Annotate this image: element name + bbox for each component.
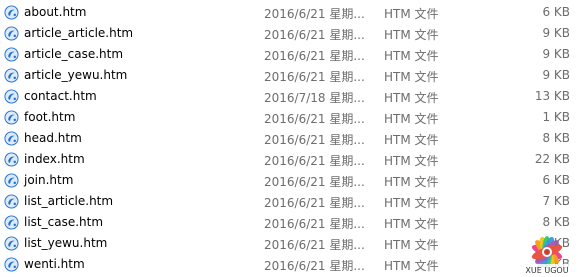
html-file-icon (4, 26, 19, 41)
watermark-text: XUE UGOU (525, 266, 568, 275)
file-row[interactable]: list_article.htm 2016/6/21 星期... HTM 文件 … (0, 191, 578, 212)
file-size: 8 KB (542, 131, 570, 145)
file-date: 2016/6/21 星期... (264, 7, 365, 21)
file-name[interactable]: index.htm (24, 152, 85, 166)
file-date: 2016/6/21 星期... (264, 112, 365, 126)
file-type: HTM 文件 (384, 196, 439, 210)
html-file-icon (4, 257, 19, 272)
file-type: HTM 文件 (384, 49, 439, 63)
html-file-icon (4, 68, 19, 83)
file-type: HTM 文件 (384, 91, 439, 105)
file-date: 2016/6/21 星期... (264, 259, 365, 273)
file-type: HTM 文件 (384, 217, 439, 231)
file-type: HTM 文件 (384, 175, 439, 189)
file-size: 9 KB (542, 26, 570, 40)
file-date: 2016/6/21 星期... (264, 154, 365, 168)
html-file-icon (4, 5, 19, 20)
file-type: HTM 文件 (384, 133, 439, 147)
file-size: 9 KB (542, 68, 570, 82)
file-size: 6 KB (542, 5, 570, 19)
file-row[interactable]: article_yewu.htm 2016/6/21 星期... HTM 文件 … (0, 65, 578, 86)
html-file-icon (4, 194, 19, 209)
file-name[interactable]: article_yewu.htm (24, 68, 127, 82)
file-type: HTM 文件 (384, 70, 439, 84)
file-size: 22 KB (534, 152, 570, 166)
file-type: HTM 文件 (384, 154, 439, 168)
file-name[interactable]: about.htm (24, 5, 86, 19)
html-file-icon (4, 47, 19, 62)
file-name[interactable]: head.htm (24, 131, 82, 145)
html-file-icon (4, 152, 19, 167)
file-date: 2016/6/21 星期... (264, 196, 365, 210)
file-type: HTM 文件 (384, 238, 439, 252)
file-type: HTM 文件 (384, 28, 439, 42)
file-date: 2016/6/21 星期... (264, 238, 365, 252)
file-date: 2016/6/21 星期... (264, 70, 365, 84)
file-list: about.htm 2016/6/21 星期... HTM 文件 6 KB ar… (0, 0, 578, 277)
file-row[interactable]: list_case.htm 2016/6/21 星期... HTM 文件 8 K… (0, 212, 578, 233)
file-date: 2016/6/21 星期... (264, 28, 365, 42)
file-row[interactable]: list_yewu.htm 2016/6/21 星期... HTM 文件 8 K… (0, 233, 578, 254)
file-size: 7 KB (542, 194, 570, 208)
file-name[interactable]: list_yewu.htm (24, 236, 107, 250)
html-file-icon (4, 215, 19, 230)
file-date: 2016/6/21 星期... (264, 49, 365, 63)
html-file-icon (4, 110, 19, 125)
file-name[interactable]: list_case.htm (24, 215, 103, 229)
file-size: 13 KB (534, 89, 570, 103)
file-name[interactable]: article_article.htm (24, 26, 133, 40)
file-name[interactable]: article_case.htm (24, 47, 123, 61)
file-name[interactable]: foot.htm (24, 110, 75, 124)
file-date: 2016/7/18 星期... (264, 91, 365, 105)
html-file-icon (4, 236, 19, 251)
file-row[interactable]: wenti.htm 2016/6/21 星期... HTM 文件 11 KB (0, 254, 578, 275)
html-file-icon (4, 89, 19, 104)
file-row[interactable]: head.htm 2016/6/21 星期... HTM 文件 8 KB (0, 128, 578, 149)
file-name[interactable]: wenti.htm (24, 257, 85, 271)
file-row[interactable]: about.htm 2016/6/21 星期... HTM 文件 6 KB (0, 2, 578, 23)
peacock-logo-watermark: XUE UGOU (516, 236, 578, 275)
file-row[interactable]: article_article.htm 2016/6/21 星期... HTM … (0, 23, 578, 44)
html-file-icon (4, 173, 19, 188)
file-size: 9 KB (542, 47, 570, 61)
file-date: 2016/6/21 星期... (264, 217, 365, 231)
file-name[interactable]: contact.htm (24, 89, 97, 103)
file-type: HTM 文件 (384, 7, 439, 21)
file-size: 6 KB (542, 173, 570, 187)
file-type: HTM 文件 (384, 259, 439, 273)
html-file-icon (4, 131, 19, 146)
file-row[interactable]: join.htm 2016/6/21 星期... HTM 文件 6 KB (0, 170, 578, 191)
file-date: 2016/6/21 星期... (264, 133, 365, 147)
file-name[interactable]: list_article.htm (24, 194, 113, 208)
file-size: 1 KB (542, 110, 570, 124)
file-row[interactable]: index.htm 2016/6/21 星期... HTM 文件 22 KB (0, 149, 578, 170)
file-row[interactable]: foot.htm 2016/6/21 星期... HTM 文件 1 KB (0, 107, 578, 128)
file-row[interactable]: article_case.htm 2016/6/21 星期... HTM 文件 … (0, 44, 578, 65)
file-name[interactable]: join.htm (24, 173, 73, 187)
file-date: 2016/6/21 星期... (264, 175, 365, 189)
file-row[interactable]: contact.htm 2016/7/18 星期... HTM 文件 13 KB (0, 86, 578, 107)
file-type: HTM 文件 (384, 112, 439, 126)
